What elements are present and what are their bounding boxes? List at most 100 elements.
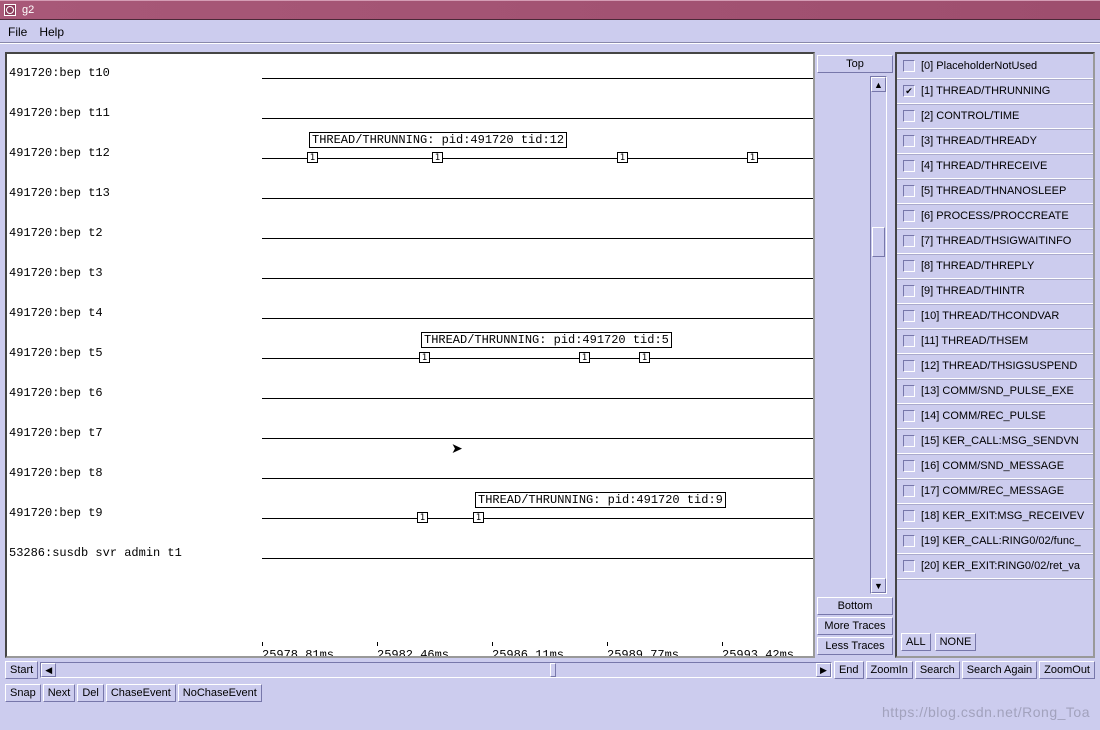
checkbox[interactable] xyxy=(903,85,915,97)
checkbox[interactable] xyxy=(903,210,915,222)
bottom-button[interactable]: Bottom xyxy=(817,597,893,615)
checkbox[interactable] xyxy=(903,310,915,322)
checkbox[interactable] xyxy=(903,110,915,122)
end-button[interactable]: End xyxy=(834,661,864,679)
start-button[interactable]: Start xyxy=(5,661,38,679)
checkbox[interactable] xyxy=(903,235,915,247)
event-type-row[interactable]: [15] KER_CALL:MSG_SENDVN xyxy=(897,429,1093,454)
checkbox[interactable] xyxy=(903,435,915,447)
titlebar[interactable]: g2 xyxy=(0,0,1100,20)
event-marker[interactable]: 1 xyxy=(473,512,484,523)
menu-help[interactable]: Help xyxy=(39,25,64,39)
event-marker[interactable]: 1 xyxy=(747,152,758,163)
trace-row[interactable]: 491720:bep t4 xyxy=(7,294,813,334)
search-button[interactable]: Search xyxy=(915,661,960,679)
less-traces-button[interactable]: Less Traces xyxy=(817,637,893,655)
event-marker[interactable]: 1 xyxy=(579,352,590,363)
checkbox[interactable] xyxy=(903,560,915,572)
vertical-scrollbar[interactable]: ▲ ▼ xyxy=(870,76,887,594)
top-button[interactable]: Top xyxy=(817,55,893,73)
event-type-row[interactable]: [7] THREAD/THSIGWAITINFO xyxy=(897,229,1093,254)
scroll-left-icon[interactable]: ◀ xyxy=(41,663,56,677)
event-type-row[interactable]: [18] KER_EXIT:MSG_RECEIVEV xyxy=(897,504,1093,529)
next-button[interactable]: Next xyxy=(43,684,76,702)
trace-row[interactable]: 53286:susdb svr admin t1 xyxy=(7,534,813,574)
event-type-row[interactable]: [14] COMM/REC_PULSE xyxy=(897,404,1093,429)
event-type-row[interactable]: [2] CONTROL/TIME xyxy=(897,104,1093,129)
event-label: THREAD/THRUNNING: pid:491720 tid:9 xyxy=(475,492,726,508)
checkbox[interactable] xyxy=(903,385,915,397)
scroll-down-icon[interactable]: ▼ xyxy=(871,578,886,593)
event-type-row[interactable]: [17] COMM/REC_MESSAGE xyxy=(897,479,1093,504)
checkbox[interactable] xyxy=(903,460,915,472)
trace-line xyxy=(262,158,813,159)
checkbox[interactable] xyxy=(903,285,915,297)
checkbox[interactable] xyxy=(903,360,915,372)
checkbox[interactable] xyxy=(903,335,915,347)
window-menu-icon[interactable] xyxy=(4,4,16,16)
trace-row[interactable]: 491720:bep t911THREAD/THRUNNING: pid:491… xyxy=(7,494,813,534)
checkbox[interactable] xyxy=(903,185,915,197)
zoomin-button[interactable]: ZoomIn xyxy=(866,661,913,679)
no-chase-event-button[interactable]: NoChaseEvent xyxy=(178,684,262,702)
event-type-row[interactable]: [20] KER_EXIT:RING0/02/ret_va xyxy=(897,554,1093,579)
more-traces-button[interactable]: More Traces xyxy=(817,617,893,635)
event-type-row[interactable]: [13] COMM/SND_PULSE_EXE xyxy=(897,379,1093,404)
event-type-row[interactable]: [11] THREAD/THSEM xyxy=(897,329,1093,354)
checkbox[interactable] xyxy=(903,535,915,547)
event-type-row[interactable]: [9] THREAD/THINTR xyxy=(897,279,1093,304)
event-marker[interactable]: 1 xyxy=(617,152,628,163)
none-button[interactable]: NONE xyxy=(935,633,977,651)
trace-row[interactable]: 491720:bep t10 xyxy=(7,54,813,94)
chase-event-button[interactable]: ChaseEvent xyxy=(106,684,176,702)
trace-area[interactable]: 53286:susdb svr admin t1491720:bep t911T… xyxy=(5,52,815,658)
event-type-row[interactable]: [8] THREAD/THREPLY xyxy=(897,254,1093,279)
scroll-up-icon[interactable]: ▲ xyxy=(871,77,886,92)
event-type-row[interactable]: [1] THREAD/THRUNNING xyxy=(897,79,1093,104)
event-type-label: [13] COMM/SND_PULSE_EXE xyxy=(921,385,1074,397)
checkbox[interactable] xyxy=(903,160,915,172)
trace-row[interactable]: 491720:bep t7 xyxy=(7,414,813,454)
trace-row[interactable]: 491720:bep t6 xyxy=(7,374,813,414)
event-type-row[interactable]: [10] THREAD/THCONDVAR xyxy=(897,304,1093,329)
snap-button[interactable]: Snap xyxy=(5,684,41,702)
horizontal-scrollbar[interactable]: ◀ ▶ xyxy=(40,662,832,678)
trace-row[interactable]: 491720:bep t51THREAD/THRUNNING: pid:4917… xyxy=(7,334,813,374)
scroll-right-icon[interactable]: ▶ xyxy=(816,663,831,677)
trace-label: 491720:bep t6 xyxy=(9,386,103,400)
trace-row[interactable]: 491720:bep t2 xyxy=(7,214,813,254)
trace-row[interactable]: 491720:bep t8 xyxy=(7,454,813,494)
event-marker[interactable]: 1 xyxy=(307,152,318,163)
checkbox[interactable] xyxy=(903,260,915,272)
checkbox[interactable] xyxy=(903,135,915,147)
event-type-row[interactable]: [6] PROCESS/PROCCREATE xyxy=(897,204,1093,229)
event-marker[interactable]: 1 xyxy=(639,352,650,363)
menu-file[interactable]: File xyxy=(8,25,27,39)
hscroll-thumb[interactable] xyxy=(550,663,556,677)
event-type-row[interactable]: [19] KER_CALL:RING0/02/func_ xyxy=(897,529,1093,554)
event-type-row[interactable]: [3] THREAD/THREADY xyxy=(897,129,1093,154)
checkbox[interactable] xyxy=(903,410,915,422)
event-type-label: [7] THREAD/THSIGWAITINFO xyxy=(921,235,1071,247)
event-marker[interactable]: 1 xyxy=(419,352,430,363)
trace-row[interactable]: 491720:bep t11 xyxy=(7,94,813,134)
event-type-row[interactable]: [12] THREAD/THSIGSUSPEND xyxy=(897,354,1093,379)
all-button[interactable]: ALL xyxy=(901,633,931,651)
checkbox[interactable] xyxy=(903,510,915,522)
checkbox[interactable] xyxy=(903,485,915,497)
trace-row[interactable]: 491720:bep t121THREAD/THRUNNING: pid:491… xyxy=(7,134,813,174)
event-type-row[interactable]: [16] COMM/SND_MESSAGE xyxy=(897,454,1093,479)
checkbox[interactable] xyxy=(903,60,915,72)
del-button[interactable]: Del xyxy=(77,684,104,702)
event-type-row[interactable]: [0] PlaceholderNotUsed xyxy=(897,54,1093,79)
zoomout-button[interactable]: ZoomOut xyxy=(1039,661,1095,679)
scroll-thumb[interactable] xyxy=(872,227,885,257)
event-type-row[interactable]: [4] THREAD/THRECEIVE xyxy=(897,154,1093,179)
event-marker[interactable]: 1 xyxy=(417,512,428,523)
trace-row[interactable]: 491720:bep t13 xyxy=(7,174,813,214)
event-type-row[interactable]: [5] THREAD/THNANOSLEEP xyxy=(897,179,1093,204)
event-marker[interactable]: 1 xyxy=(432,152,443,163)
search-again-button[interactable]: Search Again xyxy=(962,661,1037,679)
trace-row[interactable]: 491720:bep t3 xyxy=(7,254,813,294)
trace-line xyxy=(262,118,813,119)
